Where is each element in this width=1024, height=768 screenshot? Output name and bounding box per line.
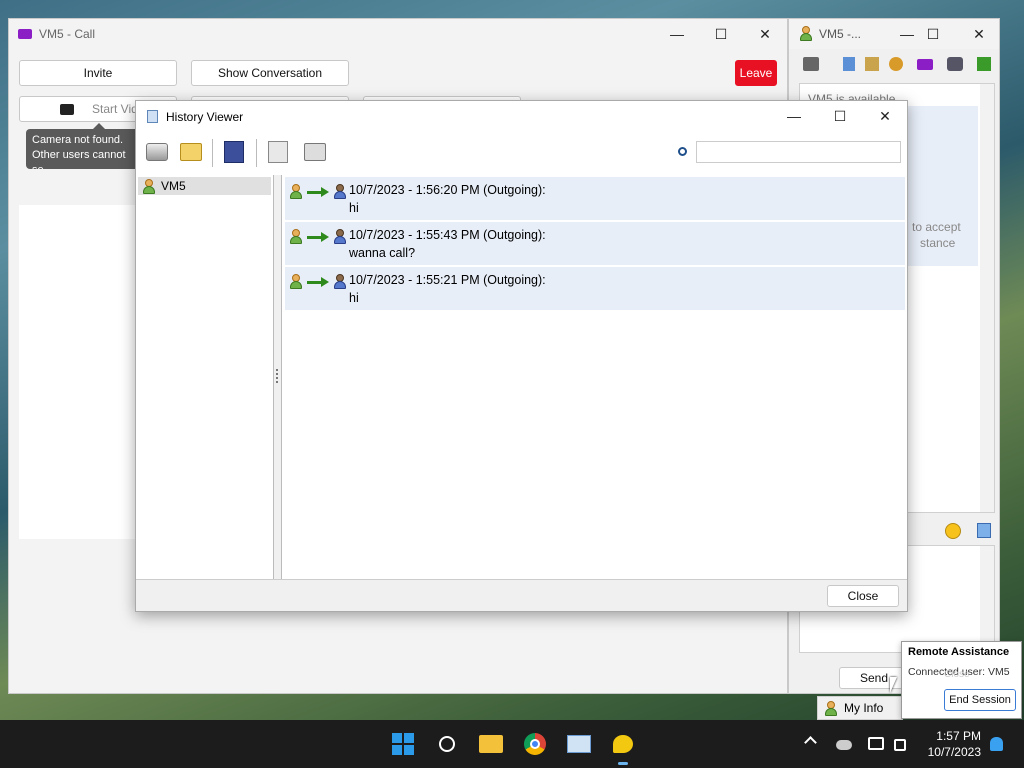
recipient-avatar-icon (333, 274, 347, 289)
sender-avatar-icon (289, 274, 303, 289)
notification-bell-icon[interactable] (990, 737, 1003, 751)
save-disk-icon[interactable] (224, 141, 244, 163)
leave-button[interactable]: Leave (735, 60, 777, 86)
minimize-button[interactable]: — (655, 19, 699, 49)
taskbar-time[interactable]: 1:57 PM (925, 729, 981, 743)
outgoing-arrow-icon (307, 187, 329, 197)
history-book-icon (147, 110, 158, 123)
tooltip-line-2: Other users cannot se (32, 149, 126, 169)
video-camera-icon (18, 29, 32, 39)
message-header: 10/7/2023 - 1:55:21 PM (Outgoing): (349, 273, 546, 287)
video-call-icon[interactable] (917, 59, 933, 70)
show-conversation-button[interactable]: Show Conversation (191, 60, 349, 86)
panel-splitter[interactable] (274, 175, 282, 580)
chat-toolbar (789, 51, 1001, 79)
copy-icon[interactable] (268, 141, 288, 163)
message-text: hi (349, 291, 359, 305)
message-header: 10/7/2023 - 1:55:43 PM (Outgoing): (349, 228, 546, 242)
chat-maximize-button[interactable]: ☐ (915, 19, 951, 49)
exit-icon[interactable] (977, 57, 991, 71)
network-icon[interactable] (868, 737, 884, 750)
splitter-grip (276, 369, 278, 383)
hv-footer (136, 579, 907, 611)
hv-maximize-button[interactable]: ☐ (818, 101, 862, 131)
resource-monitor-icon[interactable] (566, 731, 592, 757)
chat-partial-line-1: to accept (912, 220, 961, 234)
chat-close-button[interactable]: ✕ (961, 19, 997, 49)
delete-mail-icon[interactable] (304, 143, 326, 161)
maximize-button[interactable]: ☐ (699, 19, 743, 49)
hv-toolbar (136, 133, 907, 173)
settings-icon[interactable] (889, 57, 903, 71)
my-info-avatar-icon (824, 700, 838, 716)
camera-tooltip: Camera not found. Other users cannot se (26, 129, 146, 169)
contact-item-vm5[interactable]: VM5 (138, 177, 271, 195)
hv-close-x-button[interactable]: ✕ (863, 101, 907, 131)
tooltip-line-1: Camera not found. (32, 134, 124, 146)
message-row[interactable]: 10/7/2023 - 1:55:21 PM (Outgoing): hi (285, 267, 905, 310)
remote-control-icon[interactable] (947, 57, 963, 71)
messenger-app-icon[interactable] (610, 731, 636, 757)
chrome-icon[interactable] (522, 731, 548, 757)
my-info-label: My Info (844, 701, 884, 715)
contact-name: VM5 (161, 179, 186, 193)
call-window-title: VM5 - Call (39, 27, 96, 41)
open-folder-icon[interactable] (180, 143, 202, 161)
taskbar-search-icon[interactable] (434, 731, 460, 757)
sender-avatar-icon (289, 229, 303, 244)
sender-avatar-icon (289, 184, 303, 199)
recipient-avatar-icon (333, 229, 347, 244)
history-search-input[interactable] (696, 141, 901, 163)
end-session-button[interactable]: End Session (944, 689, 1016, 711)
toolbar-divider-2 (256, 139, 257, 167)
font-style-icon[interactable] (977, 523, 991, 538)
my-info-bar[interactable]: My Info (817, 696, 903, 720)
file-transfer-icon[interactable] (803, 57, 819, 71)
outgoing-arrow-icon (307, 232, 329, 242)
input-scrollbar[interactable] (980, 546, 994, 652)
tooltip-pointer (93, 123, 105, 129)
call-window-titlebar[interactable]: VM5 - Call — ☐ ✕ (9, 19, 787, 49)
ghost-close-label: Close (944, 669, 970, 680)
message-header: 10/7/2023 - 1:56:20 PM (Outgoing): (349, 183, 546, 197)
toolbar-divider-1 (212, 139, 213, 167)
recipient-avatar-icon (333, 184, 347, 199)
start-windows-icon[interactable] (390, 731, 416, 757)
file-explorer-icon[interactable] (478, 731, 504, 757)
emoticon-icon[interactable] (945, 523, 961, 539)
history-icon[interactable] (843, 57, 855, 71)
chat-window-title: VM5 -... (819, 27, 862, 41)
contact-avatar-icon (799, 26, 813, 44)
hv-minimize-button[interactable]: — (772, 101, 816, 131)
outgoing-arrow-icon (307, 277, 329, 287)
volume-muted-icon[interactable] (894, 739, 906, 751)
video-area (19, 205, 137, 539)
message-text: hi (349, 201, 359, 215)
chat-scrollbar[interactable] (980, 84, 994, 512)
close-button[interactable]: ✕ (743, 19, 787, 49)
print-icon[interactable] (146, 143, 168, 161)
contact-avatar-icon (142, 178, 156, 194)
ra-connected-user: VM5 (987, 666, 1010, 678)
message-row[interactable]: 10/7/2023 - 1:55:43 PM (Outgoing): wanna… (285, 222, 905, 265)
invite-button[interactable]: Invite (19, 60, 177, 86)
remote-assistance-popup: Remote Assistance Connected user: VM5 En… (901, 641, 1022, 719)
taskbar-date[interactable]: 10/7/2023 (918, 745, 981, 759)
chat-window-titlebar[interactable]: VM5 -... — ☐ ✕ (789, 19, 999, 49)
chat-partial-line-2: stance (920, 236, 956, 250)
video-off-icon (60, 104, 74, 115)
hv-close-button[interactable]: Close (827, 585, 899, 607)
ra-title: Remote Assistance (908, 646, 1010, 658)
onedrive-icon[interactable] (836, 740, 852, 750)
history-viewer-titlebar[interactable]: History Viewer — ☐ ✕ (136, 101, 907, 131)
history-viewer-title: History Viewer (166, 110, 244, 124)
active-app-indicator (618, 762, 628, 765)
message-row[interactable]: 10/7/2023 - 1:56:20 PM (Outgoing): hi (285, 177, 905, 220)
mouse-cursor-icon (890, 677, 901, 693)
message-text: wanna call? (349, 246, 416, 260)
search-icon (678, 147, 687, 156)
contacts-panel: VM5 (136, 175, 274, 580)
contact-info-icon[interactable] (865, 57, 879, 71)
